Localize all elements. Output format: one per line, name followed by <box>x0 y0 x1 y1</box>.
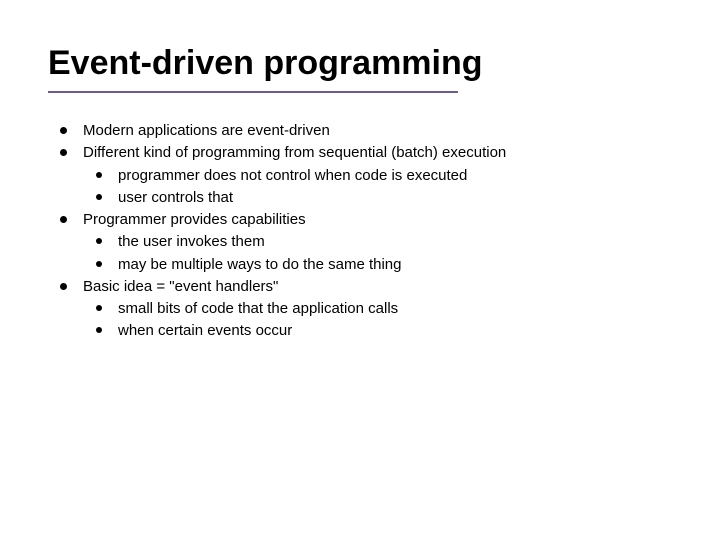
sub-list: programmer does not control when code is… <box>60 166 672 209</box>
sub-list: the user invokes them may be multiple wa… <box>60 232 672 275</box>
bullet-icon <box>96 194 102 200</box>
list-item-text: user controls that <box>118 188 233 208</box>
list-item-text: the user invokes them <box>118 232 265 252</box>
bullet-icon <box>96 261 102 267</box>
list-item-text: small bits of code that the application … <box>118 299 398 319</box>
bullet-icon <box>96 305 102 311</box>
list-item-text: Basic idea = "event handlers" <box>83 277 278 297</box>
bullet-icon <box>60 283 67 290</box>
list-item: programmer does not control when code is… <box>96 166 672 186</box>
bullet-icon <box>60 149 67 156</box>
list-item-text: Different kind of programming from seque… <box>83 143 506 163</box>
list-item-text: Programmer provides capabilities <box>83 210 306 230</box>
slide-content: Modern applications are event-driven Dif… <box>48 121 672 342</box>
bullet-icon <box>60 216 67 223</box>
bullet-icon <box>96 238 102 244</box>
list-item-text: programmer does not control when code is… <box>118 166 467 186</box>
list-item: Modern applications are event-driven <box>60 121 672 141</box>
bullet-icon <box>60 127 67 134</box>
list-item: Basic idea = "event handlers" <box>60 277 672 297</box>
list-item: the user invokes them <box>96 232 672 252</box>
list-item: may be multiple ways to do the same thin… <box>96 255 672 275</box>
title-underline <box>48 91 458 93</box>
list-item: when certain events occur <box>96 321 672 341</box>
list-item-text: may be multiple ways to do the same thin… <box>118 255 401 275</box>
bullet-icon <box>96 327 102 333</box>
slide-title: Event-driven programming <box>48 44 672 93</box>
list-item-text: when certain events occur <box>118 321 292 341</box>
sub-list: small bits of code that the application … <box>60 299 672 342</box>
list-item: Different kind of programming from seque… <box>60 143 672 163</box>
slide-title-text: Event-driven programming <box>48 44 483 82</box>
bullet-icon <box>96 172 102 178</box>
list-item-text: Modern applications are event-driven <box>83 121 330 141</box>
list-item: small bits of code that the application … <box>96 299 672 319</box>
list-item: Programmer provides capabilities <box>60 210 672 230</box>
list-item: user controls that <box>96 188 672 208</box>
